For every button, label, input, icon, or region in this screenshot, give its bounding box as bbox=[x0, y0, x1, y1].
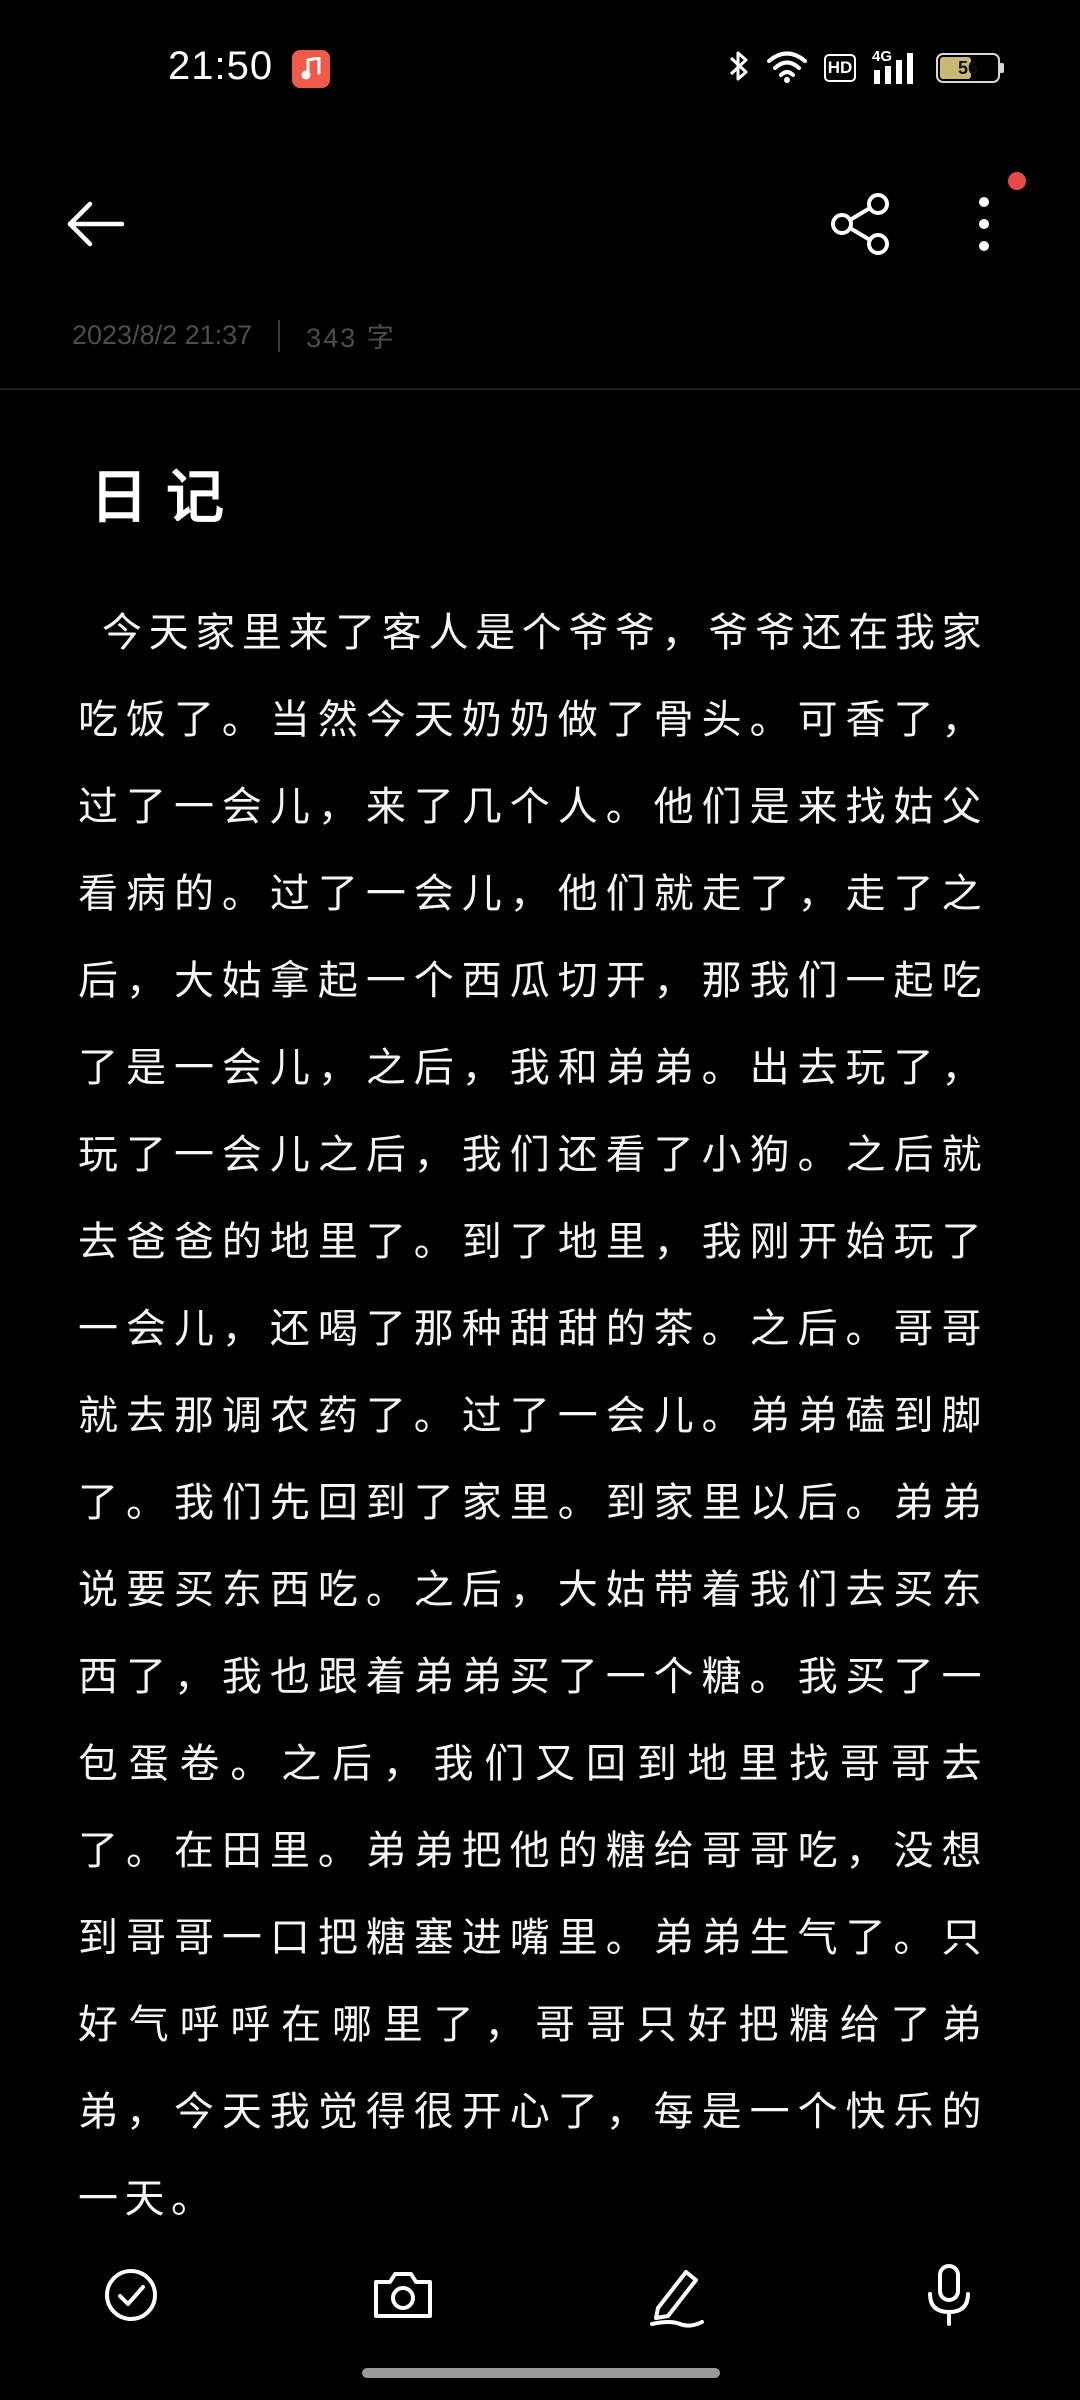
music-app-icon bbox=[292, 50, 330, 88]
back-arrow-icon bbox=[67, 201, 125, 247]
back-button[interactable] bbox=[56, 184, 136, 264]
cellular-signal-icon: 4G bbox=[872, 48, 920, 86]
camera-button[interactable] bbox=[358, 2250, 448, 2340]
share-button[interactable] bbox=[820, 184, 900, 264]
hd-voice-icon: HD bbox=[824, 54, 856, 82]
status-bar: 21:50 HD 4G 56 bbox=[0, 0, 1080, 140]
camera-icon bbox=[374, 2272, 432, 2318]
status-icons: HD 4G 56 bbox=[728, 48, 1004, 88]
handwriting-pen-icon bbox=[650, 2270, 704, 2328]
handwriting-button[interactable] bbox=[630, 2250, 720, 2340]
home-indicator[interactable] bbox=[362, 2368, 720, 2378]
note-title[interactable]: 日记 bbox=[90, 450, 242, 534]
note-word-count: 343 字 bbox=[306, 323, 396, 353]
note-datetime: 2023/8/2 21:37 bbox=[72, 320, 253, 350]
more-options-button[interactable] bbox=[944, 184, 1024, 264]
note-body[interactable]: 今天家里来了客人是个爷爷，爷爷还在我家吃饭了。当然今天奶奶做了骨头。可香了，过了… bbox=[78, 590, 988, 2243]
battery-tip bbox=[1000, 63, 1004, 73]
toolbar bbox=[0, 160, 1080, 270]
battery-level: 56 bbox=[957, 58, 979, 78]
checklist-icon bbox=[105, 2269, 157, 2321]
note-meta: 2023/8/2 21:37 343 字 bbox=[72, 316, 396, 355]
bluetooth-icon bbox=[728, 48, 750, 88]
meta-separator bbox=[278, 319, 281, 352]
voice-input-button[interactable] bbox=[904, 2250, 994, 2340]
status-time: 21:50 bbox=[168, 44, 274, 88]
notification-dot bbox=[1008, 172, 1026, 190]
wifi-icon bbox=[766, 49, 808, 87]
more-vertical-icon bbox=[979, 197, 989, 251]
battery-icon: 56 bbox=[936, 53, 1004, 83]
share-icon bbox=[831, 193, 889, 255]
header-divider bbox=[0, 388, 1080, 390]
microphone-icon bbox=[928, 2264, 970, 2326]
bottom-toolbar bbox=[0, 2240, 1080, 2350]
checklist-button[interactable] bbox=[86, 2250, 176, 2340]
